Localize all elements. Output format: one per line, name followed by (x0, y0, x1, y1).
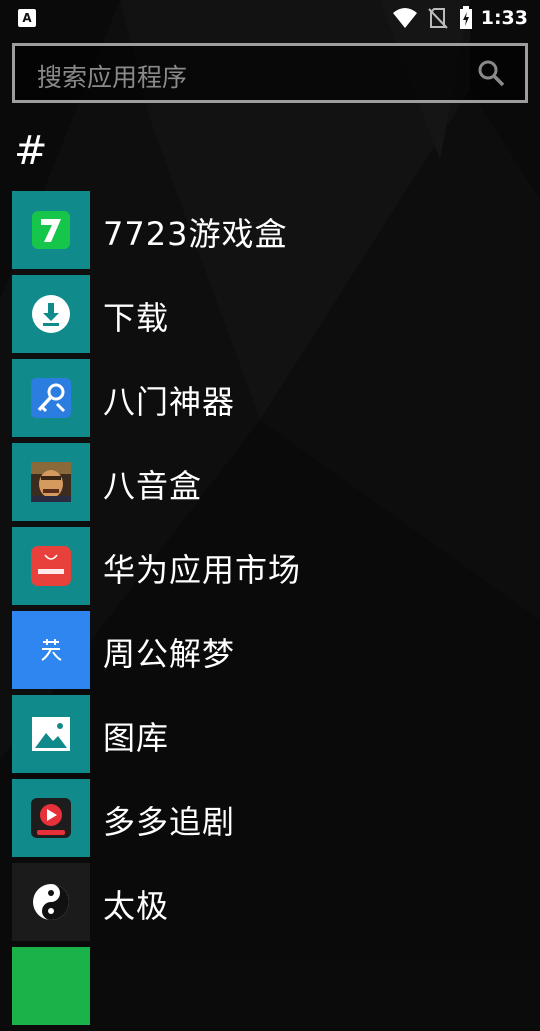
list-item[interactable]: 7723游戏盒 (0, 191, 540, 275)
gallery-icon (32, 717, 70, 751)
app-tile[interactable] (12, 359, 90, 437)
a-icon: A (18, 9, 36, 27)
app-label: 八门神器 (103, 383, 236, 421)
app-tile[interactable] (12, 947, 90, 1025)
dream-icon (41, 639, 62, 661)
shopping-bag-icon (31, 546, 71, 586)
app-label: 7723游戏盒 (103, 215, 288, 253)
play-icon (31, 798, 71, 838)
list-item[interactable]: 图库 (0, 695, 540, 779)
battery-charging-icon (460, 6, 472, 29)
app-tile[interactable] (12, 779, 90, 857)
download-icon (32, 295, 70, 333)
app-label: 八音盒 (103, 467, 203, 505)
list-item[interactable]: 太极 (0, 863, 540, 947)
list-item[interactable]: 下载 (0, 275, 540, 359)
list-item[interactable]: 华为应用市场 (0, 527, 540, 611)
app-tile[interactable] (12, 695, 90, 773)
section-header: # (14, 128, 48, 174)
app-tile[interactable] (12, 275, 90, 353)
search-input[interactable]: 搜索应用程序 (12, 43, 528, 103)
key-search-icon (31, 378, 71, 418)
app-label: 多多追剧 (103, 803, 236, 841)
yin-yang-icon (33, 884, 69, 920)
status-bar: A 1:33 (0, 0, 540, 36)
app-tile[interactable] (12, 863, 90, 941)
wifi-icon (393, 8, 417, 28)
game-box-icon (32, 211, 70, 249)
app-label: 华为应用市场 (103, 551, 302, 589)
list-item[interactable]: 周公解梦 (0, 611, 540, 695)
app-tile[interactable] (12, 443, 90, 521)
search-placeholder: 搜索应用程序 (37, 63, 188, 92)
app-label: 图库 (103, 719, 170, 757)
list-item[interactable]: 八门神器 (0, 359, 540, 443)
app-label: 周公解梦 (103, 635, 236, 673)
app-label: 太极 (103, 887, 170, 925)
list-item[interactable]: 多多追剧 (0, 779, 540, 863)
portrait-icon (31, 462, 71, 502)
status-time: 1:33 (480, 7, 528, 29)
search-icon[interactable] (477, 59, 505, 87)
app-list: 7723游戏盒 下载 八门神器 八音盒 华为应用市场 周公解梦 图库 多多追剧 … (0, 191, 540, 1031)
app-tile[interactable] (12, 191, 90, 269)
app-tile[interactable] (12, 527, 90, 605)
sim-off-icon (428, 8, 448, 29)
list-item[interactable]: 八音盒 (0, 443, 540, 527)
app-tile[interactable] (12, 611, 90, 689)
app-label: 下载 (103, 299, 170, 337)
